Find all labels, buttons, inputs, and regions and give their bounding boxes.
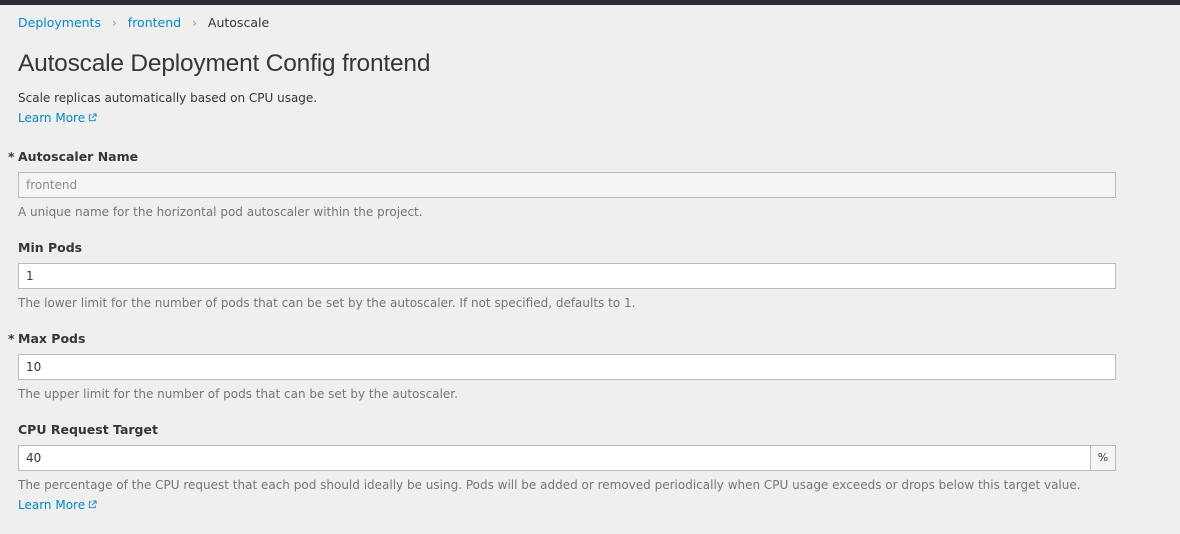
breadcrumb-frontend-link[interactable]: frontend	[128, 15, 181, 30]
max-pods-label: * Max Pods	[8, 331, 86, 346]
min-pods-label: Min Pods	[18, 240, 83, 255]
autoscaler-name-label-text: Autoscaler Name	[18, 149, 139, 164]
cpu-target-label: CPU Request Target	[18, 422, 158, 437]
autoscaler-name-help: A unique name for the horizontal pod aut…	[18, 205, 423, 219]
breadcrumb-deployments-link[interactable]: Deployments	[18, 15, 101, 30]
required-indicator: *	[8, 331, 15, 346]
max-pods-help: The upper limit for the number of pods t…	[18, 387, 458, 401]
learn-more-label: Learn More	[18, 111, 86, 125]
breadcrumb: Deployments › frontend › Autoscale	[18, 15, 269, 30]
cpu-learn-more-link[interactable]: Learn More	[18, 498, 97, 512]
cpu-target-help: The percentage of the CPU request that e…	[18, 478, 1081, 492]
percent-addon: %	[1091, 445, 1116, 471]
cpu-learn-more-label: Learn More	[18, 498, 86, 512]
learn-more-link[interactable]: Learn More	[18, 111, 97, 125]
breadcrumb-separator-icon: ›	[111, 15, 117, 30]
page-title: Autoscale Deployment Config frontend	[18, 50, 431, 77]
top-bar	[0, 0, 1180, 5]
autoscaler-name-input[interactable]: frontend	[18, 172, 1116, 198]
max-pods-input[interactable]: 10	[18, 354, 1116, 380]
page-description: Scale replicas automatically based on CP…	[18, 91, 318, 105]
cpu-target-input-group: 40 %	[18, 445, 1116, 471]
min-pods-help: The lower limit for the number of pods t…	[18, 296, 636, 310]
external-link-icon	[88, 111, 97, 125]
max-pods-label-text: Max Pods	[18, 331, 86, 346]
breadcrumb-current: Autoscale	[207, 15, 270, 30]
required-indicator: *	[8, 149, 15, 164]
breadcrumb-separator-icon: ›	[192, 15, 197, 30]
autoscaler-name-label: * Autoscaler Name	[8, 149, 139, 164]
external-link-icon	[88, 498, 97, 512]
min-pods-input[interactable]: 1	[18, 263, 1116, 289]
cpu-target-input[interactable]: 40	[18, 445, 1091, 471]
